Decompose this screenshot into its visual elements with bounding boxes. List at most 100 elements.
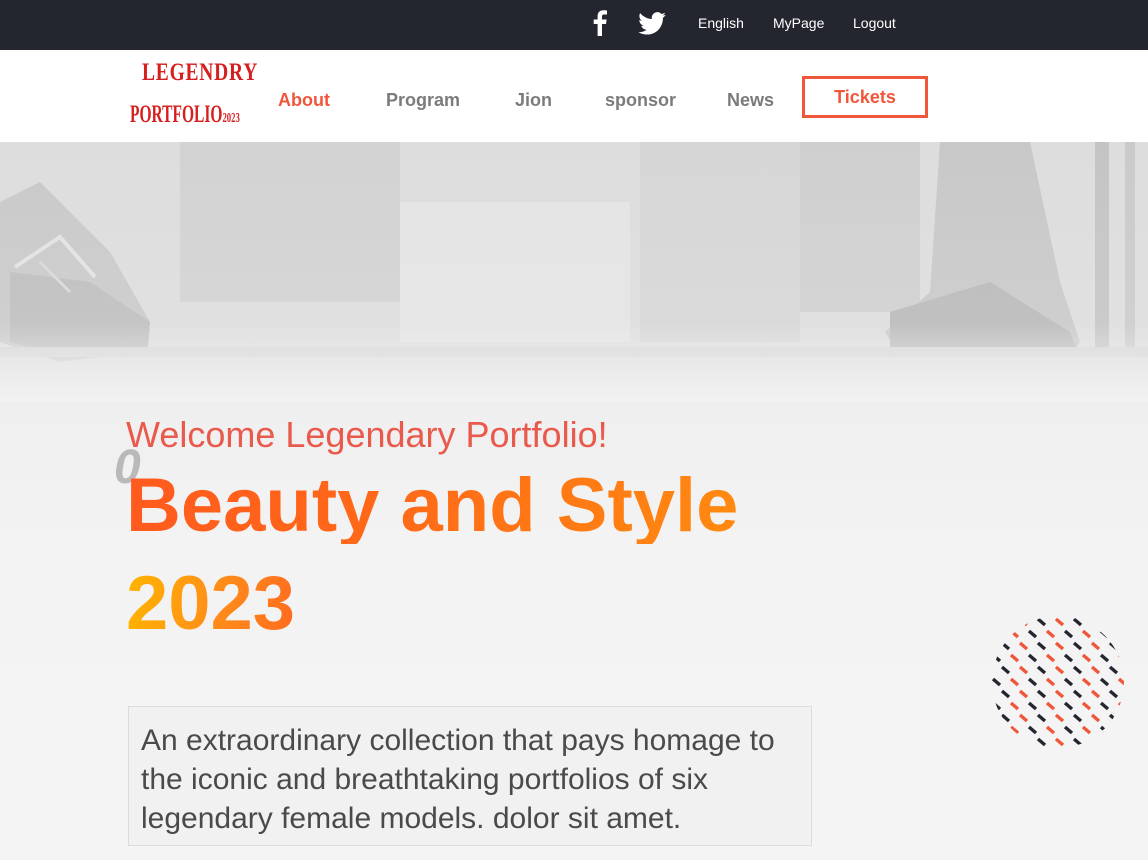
pattern-dash: [992, 641, 993, 651]
pattern-dash: [1063, 701, 1074, 711]
pattern-dash: [1000, 617, 1011, 627]
pattern-dash: [1072, 689, 1083, 699]
pattern-dash: [1027, 701, 1038, 711]
pattern-dash: [992, 713, 993, 723]
pattern-dash: [1063, 677, 1074, 687]
pattern-dash: [1027, 677, 1038, 687]
pattern-dash: [1117, 653, 1124, 663]
pattern-dash: [1054, 641, 1065, 651]
nav-item-news[interactable]: News: [727, 90, 774, 111]
tickets-button[interactable]: Tickets: [802, 76, 928, 118]
pattern-dash: [1054, 713, 1065, 723]
pattern-dash: [1036, 665, 1047, 675]
pattern-dash: [1081, 629, 1092, 639]
nav-item-jion[interactable]: Jion: [515, 90, 552, 111]
pattern-dash: [1018, 641, 1029, 651]
language-link[interactable]: English: [698, 15, 744, 31]
pattern-dash: [992, 617, 993, 627]
hero-description-box: An extraordinary collection that pays ho…: [128, 706, 812, 846]
pattern-dash: [1081, 725, 1092, 735]
pattern-dash: [1090, 737, 1101, 747]
pattern-dash: [1009, 629, 1020, 639]
pattern-dash: [1072, 713, 1083, 723]
pattern-dash: [1036, 617, 1047, 627]
logo-line2: PORTFOLIO2023: [130, 102, 240, 127]
logout-link[interactable]: Logout: [853, 15, 896, 31]
pattern-dash: [1081, 701, 1092, 711]
pattern-dash: [1090, 617, 1101, 627]
pattern-dash: [1099, 701, 1110, 711]
logo-line2-text: PORTFOLIO: [130, 101, 223, 128]
pattern-dash: [1027, 629, 1038, 639]
pattern-dash: [1099, 725, 1110, 735]
facebook-icon[interactable]: [588, 8, 612, 38]
pattern-dash: [1018, 689, 1029, 699]
hero-description: An extraordinary collection that pays ho…: [141, 724, 775, 835]
pattern-dash: [1117, 701, 1124, 711]
main-nav: LEGENDRY PORTFOLIO2023 About Program Jio…: [0, 50, 1148, 142]
pattern-dash: [1036, 713, 1047, 723]
pattern-dash: [1018, 713, 1029, 723]
pattern-dash: [1108, 665, 1119, 675]
pattern-dash: [1018, 665, 1029, 675]
twitter-icon[interactable]: [636, 8, 668, 38]
pattern-dash: [1072, 617, 1083, 627]
logo-line1: LEGENDRY: [142, 59, 259, 86]
pattern-dash: [1054, 665, 1065, 675]
pattern-dash: [1099, 629, 1110, 639]
pattern-dash: [1000, 689, 1011, 699]
pattern-dash: [1045, 629, 1056, 639]
pattern-dash: [992, 629, 1002, 639]
pattern-dash: [992, 737, 993, 747]
pattern-dash: [1018, 617, 1029, 627]
pattern-dash: [1063, 629, 1074, 639]
pattern-dash: [992, 665, 993, 675]
pattern-dash: [1045, 725, 1056, 735]
logo-year: 2023: [222, 111, 240, 126]
pattern-dash: [1009, 725, 1020, 735]
pattern-dash: [1054, 617, 1065, 627]
welcome-text: Welcome Legendary Portfolio!: [126, 414, 608, 455]
nav-item-sponsor[interactable]: sponsor: [605, 90, 676, 111]
hero-year: 2023: [126, 561, 296, 646]
dot-pattern-decoration: [992, 617, 1124, 747]
pattern-dash: [1072, 737, 1083, 747]
pattern-dash: [1108, 737, 1119, 747]
pattern-dash: [1099, 653, 1110, 663]
pattern-dash: [1117, 725, 1124, 735]
pattern-dash: [1036, 689, 1047, 699]
pattern-dash: [992, 653, 1002, 663]
pattern-dash: [1045, 677, 1056, 687]
pattern-dash: [1000, 665, 1011, 675]
pattern-dash: [1108, 713, 1119, 723]
pattern-dash: [1090, 641, 1101, 651]
pattern-dash: [992, 725, 1002, 735]
pattern-dash: [1000, 737, 1011, 747]
nav-item-about[interactable]: About: [278, 90, 330, 111]
pattern-dash: [1081, 653, 1092, 663]
pattern-dash: [1072, 641, 1083, 651]
hero-headline: Beauty and Style: [126, 463, 739, 548]
pattern-dash: [1054, 689, 1065, 699]
pattern-dash: [1009, 677, 1020, 687]
pattern-dash: [1090, 689, 1101, 699]
pattern-dash: [1009, 701, 1020, 711]
pattern-dash: [1063, 653, 1074, 663]
pattern-dash: [1072, 665, 1083, 675]
pattern-dash: [1036, 737, 1047, 747]
pattern-dash: [1045, 653, 1056, 663]
pattern-dash: [1108, 689, 1119, 699]
mypage-link[interactable]: MyPage: [773, 15, 824, 31]
site-logo[interactable]: LEGENDRY PORTFOLIO2023: [128, 54, 257, 136]
nav-item-program[interactable]: Program: [386, 90, 460, 111]
hero-background-photo: [0, 142, 1148, 402]
pattern-dash: [992, 689, 993, 699]
pattern-dash: [1081, 677, 1092, 687]
pattern-dash: [1018, 737, 1029, 747]
pattern-dash: [1108, 641, 1119, 651]
pattern-dash: [1090, 713, 1101, 723]
pattern-dash: [1117, 629, 1124, 639]
pattern-dash: [1108, 617, 1119, 627]
pattern-dash: [1090, 665, 1101, 675]
pattern-dash: [1027, 653, 1038, 663]
